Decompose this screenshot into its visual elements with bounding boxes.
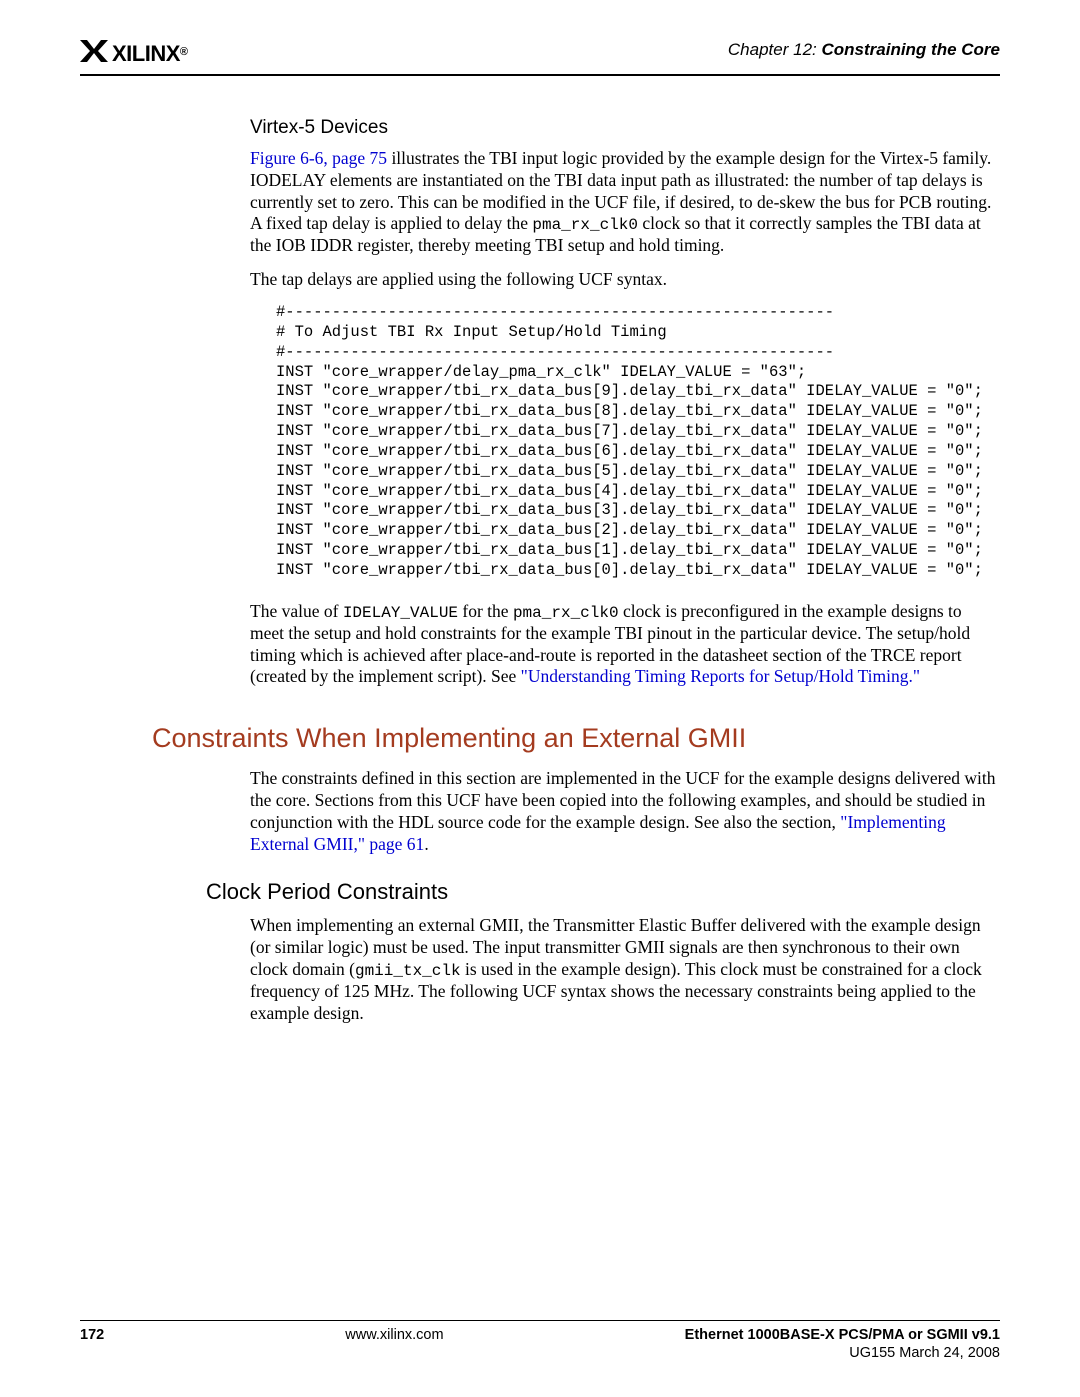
page-header: XILINX® Chapter 12: Constraining the Cor…: [80, 40, 1000, 76]
p2-lead: The value of: [250, 601, 343, 621]
footer-url: www.xilinx.com: [104, 1327, 684, 1343]
clock-period-constraints-heading: Clock Period Constraints: [206, 878, 1000, 906]
timing-reports-link[interactable]: "Understanding Timing Reports for Setup/…: [521, 666, 920, 686]
p2-mid1: for the: [458, 601, 513, 621]
registered-icon: ®: [180, 46, 188, 58]
virtex5-heading: Virtex-5 Devices: [250, 116, 1000, 140]
p1a-code: pma_rx_clk0: [532, 216, 638, 234]
p2-code2: pma_rx_clk0: [513, 604, 619, 622]
p2-code1: IDELAY_VALUE: [343, 604, 458, 622]
s2p2-code: gmii_tx_clk: [355, 962, 461, 980]
xilinx-logo: XILINX®: [80, 40, 188, 68]
document-page: XILINX® Chapter 12: Constraining the Cor…: [0, 0, 1080, 1397]
figure-6-6-link[interactable]: Figure 6-6, page 75: [250, 148, 387, 168]
chapter-heading: Chapter 12: Constraining the Core: [728, 40, 1000, 60]
ucf-code-block: #---------------------------------------…: [276, 303, 1000, 581]
gmii-section-heading: Constraints When Implementing an Externa…: [152, 722, 1000, 756]
chapter-title: Constraining the Core: [821, 40, 1000, 59]
logo-mark-icon: [80, 40, 108, 68]
paragraph-clock-period: When implementing an external GMII, the …: [250, 915, 1000, 1025]
main-content: Virtex-5 Devices Figure 6-6, page 75 ill…: [250, 116, 1000, 1025]
footer-doc-date: UG155 March 24, 2008: [685, 1345, 1000, 1361]
page-number: 172: [80, 1327, 104, 1343]
logo-text: XILINX: [112, 41, 180, 67]
paragraph-tap-delays: The tap delays are applied using the fol…: [250, 269, 1000, 291]
xilinx-url-link[interactable]: www.xilinx.com: [345, 1327, 443, 1343]
page-footer: 172 www.xilinx.com Ethernet 1000BASE-X P…: [80, 1320, 1000, 1361]
chapter-number: Chapter 12:: [728, 40, 817, 59]
footer-right: Ethernet 1000BASE-X PCS/PMA or SGMII v9.…: [685, 1327, 1000, 1361]
footer-doc-title: Ethernet 1000BASE-X PCS/PMA or SGMII v9.…: [685, 1327, 1000, 1343]
paragraph-gmii-intro: The constraints defined in this section …: [250, 768, 1000, 856]
paragraph-idelay-value: The value of IDELAY_VALUE for the pma_rx…: [250, 601, 1000, 689]
s2p1-tail: .: [424, 834, 428, 854]
paragraph-virtex5-intro: Figure 6-6, page 75 illustrates the TBI …: [250, 148, 1000, 258]
